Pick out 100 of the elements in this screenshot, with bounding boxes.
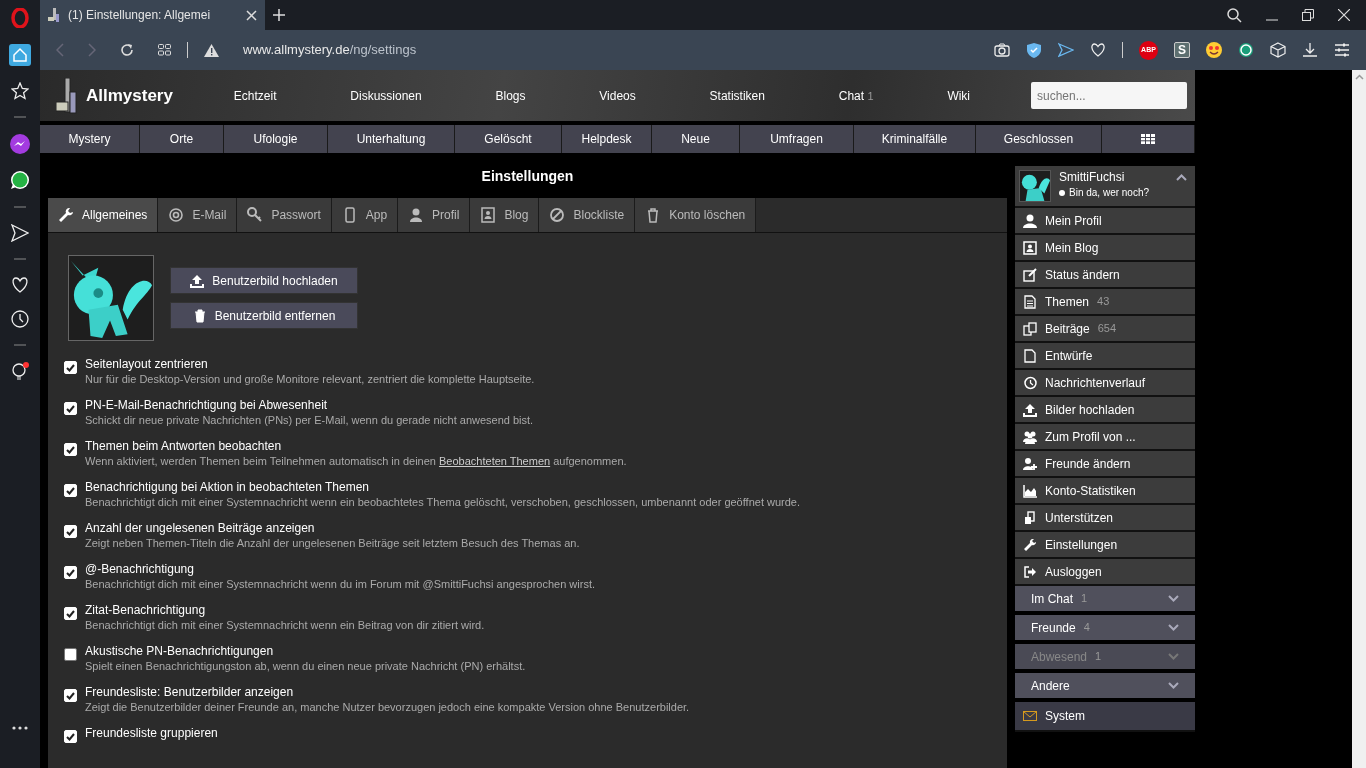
avatar-button[interactable]: Benutzerbild entfernen (170, 302, 358, 329)
conversation-item[interactable]: System (1015, 702, 1195, 732)
category-tab[interactable]: Helpdesk (562, 125, 652, 153)
setting-label[interactable]: Seitenlayout zentrieren (85, 357, 535, 372)
setting-label[interactable]: PN-E-Mail-Benachrichtigung bei Abwesenheit (85, 398, 534, 413)
category-tab[interactable]: Mystery (40, 125, 140, 153)
setting-label[interactable]: Benachrichtigung bei Aktion in beobachteten Themen (85, 480, 801, 495)
checkbox[interactable] (64, 648, 77, 661)
clock-icon[interactable] (11, 310, 29, 328)
cube-icon[interactable] (1270, 42, 1286, 58)
grid-menu-button[interactable] (1102, 125, 1195, 153)
user-card[interactable]: SmittiFuchsi Bin da, wer noch? (1015, 166, 1195, 208)
whatsapp-icon[interactable] (10, 170, 30, 190)
menu-item[interactable]: Einstellungen (1015, 532, 1195, 559)
menu-item[interactable]: Beiträge 654 (1015, 316, 1195, 343)
settings-tab[interactable]: Allgemeines (48, 198, 159, 232)
nav-link[interactable]: Statistiken (709, 86, 765, 105)
document-icon (1023, 348, 1037, 363)
settings-tab[interactable]: App (331, 198, 399, 232)
nav-link[interactable]: Chat 1 (838, 86, 874, 105)
category-tab[interactable]: Orte (140, 125, 224, 153)
settings-tab[interactable]: Profil (398, 198, 471, 232)
more-icon[interactable] (12, 726, 28, 730)
menu-item[interactable]: Mein Blog (1015, 235, 1195, 262)
nav-link[interactable]: Blogs (495, 86, 526, 105)
opera-logo-icon[interactable] (11, 8, 29, 28)
setting-label[interactable]: Freundesliste: Benutzerbilder anzeigen (85, 685, 690, 700)
settings-tab[interactable]: Blockliste (539, 198, 636, 232)
s-extension-icon[interactable]: S (1174, 42, 1190, 58)
url-text[interactable]: www.allmystery.de/ng/settings (243, 40, 417, 60)
close-icon[interactable] (1338, 9, 1350, 21)
star-icon[interactable] (11, 82, 29, 100)
settings-icon[interactable] (1334, 42, 1350, 58)
camera-icon[interactable] (994, 42, 1010, 58)
nav-link[interactable]: Videos (599, 86, 636, 105)
setting-label[interactable]: Themen beim Antworten beobachten (85, 439, 627, 454)
menu-item[interactable]: Mein Profil (1015, 208, 1195, 235)
menu-item[interactable]: Entwürfe (1015, 343, 1195, 370)
setting-label[interactable]: Zitat-Benachrichtigung (85, 603, 485, 618)
category-tab[interactable]: Kriminalfälle (854, 125, 976, 153)
menu-item[interactable]: Unterstützen (1015, 505, 1195, 532)
menu-item[interactable]: Themen 43 (1015, 289, 1195, 316)
logo-icon[interactable] (56, 77, 78, 114)
grid-icon (1141, 134, 1155, 144)
menu-item[interactable]: Bilder hochladen (1015, 397, 1195, 424)
setting-label[interactable]: @-Benachrichtigung (85, 562, 596, 577)
warning-icon[interactable] (204, 43, 219, 57)
menu-item[interactable]: Status ändern (1015, 262, 1195, 289)
restore-icon[interactable] (1302, 9, 1314, 21)
new-tab-icon[interactable] (273, 9, 285, 21)
settings-tab[interactable]: Konto löschen (635, 198, 757, 232)
site-logo[interactable]: Allmystery (86, 82, 173, 109)
setting-label[interactable]: Anzahl der ungelesenen Beiträge anzeigen (85, 521, 580, 536)
heart-icon[interactable] (1090, 42, 1106, 58)
messenger-icon[interactable] (10, 134, 30, 154)
menu-item[interactable]: Ausloggen (1015, 559, 1195, 586)
text-link[interactable]: Beobachteten Themen (439, 455, 551, 467)
section-toggle[interactable]: Im Chat 1 (1015, 586, 1195, 611)
category-tab[interactable]: Unterhaltung (328, 125, 455, 153)
home-icon[interactable] (9, 44, 31, 66)
tabs-grid-icon[interactable] (158, 44, 171, 56)
section-toggle[interactable]: Andere (1015, 673, 1195, 698)
avatar-button[interactable]: Benutzerbild hochladen (170, 267, 358, 294)
settings-tab[interactable]: E-Mail (158, 198, 238, 232)
setting-label[interactable]: Akustische PN-Benachrichtigungen (85, 644, 526, 659)
shield-icon[interactable] (1026, 42, 1042, 58)
menu-item[interactable]: Nachrichtenverlauf (1015, 370, 1195, 397)
heart-icon[interactable] (11, 276, 29, 294)
category-tab[interactable]: Ufologie (224, 125, 328, 153)
search-icon[interactable] (1227, 7, 1242, 23)
upload-icon (190, 273, 205, 288)
category-tab[interactable]: Geschlossen (976, 125, 1102, 153)
download-icon[interactable] (1302, 42, 1318, 58)
nav-link[interactable]: Diskussionen (350, 86, 422, 105)
chevron-down-icon (1168, 624, 1179, 631)
divider-icon (14, 258, 26, 260)
nav-link[interactable]: Echtzeit (233, 86, 277, 105)
settings-tab[interactable]: Passwort (237, 198, 332, 232)
section-toggle[interactable]: Freunde 4 (1015, 615, 1195, 640)
category-tab[interactable]: Gelöscht (455, 125, 562, 153)
lightbulb-icon[interactable] (11, 362, 29, 380)
chevron-up-icon[interactable] (1176, 174, 1187, 181)
settings-tab[interactable]: Blog (470, 198, 540, 232)
history-icon (1023, 375, 1037, 390)
close-icon[interactable] (246, 9, 257, 21)
search-field[interactable]: suchen... (1031, 82, 1187, 109)
nav-link[interactable]: Wiki (947, 86, 971, 105)
menu-item[interactable]: Zum Profil von ... (1015, 424, 1195, 451)
user-status: Bin da, wer noch? (1069, 186, 1150, 200)
username[interactable]: SmittiFuchsi (1059, 170, 1168, 185)
menu-item[interactable]: Freunde ändern (1015, 451, 1195, 478)
circle-logo-icon[interactable] (1238, 42, 1254, 58)
emoji-icon[interactable] (1206, 42, 1222, 58)
browser-tab[interactable]: (1) Einstellungen: Allgemei (40, 0, 265, 30)
divider-icon (14, 344, 26, 346)
category-tab[interactable]: Neue (652, 125, 740, 153)
menu-item[interactable]: Konto-Statistiken (1015, 478, 1195, 505)
category-tab[interactable]: Umfragen (740, 125, 854, 153)
reload-icon[interactable] (120, 43, 134, 57)
setting-label[interactable]: Freundesliste gruppieren (85, 726, 218, 741)
